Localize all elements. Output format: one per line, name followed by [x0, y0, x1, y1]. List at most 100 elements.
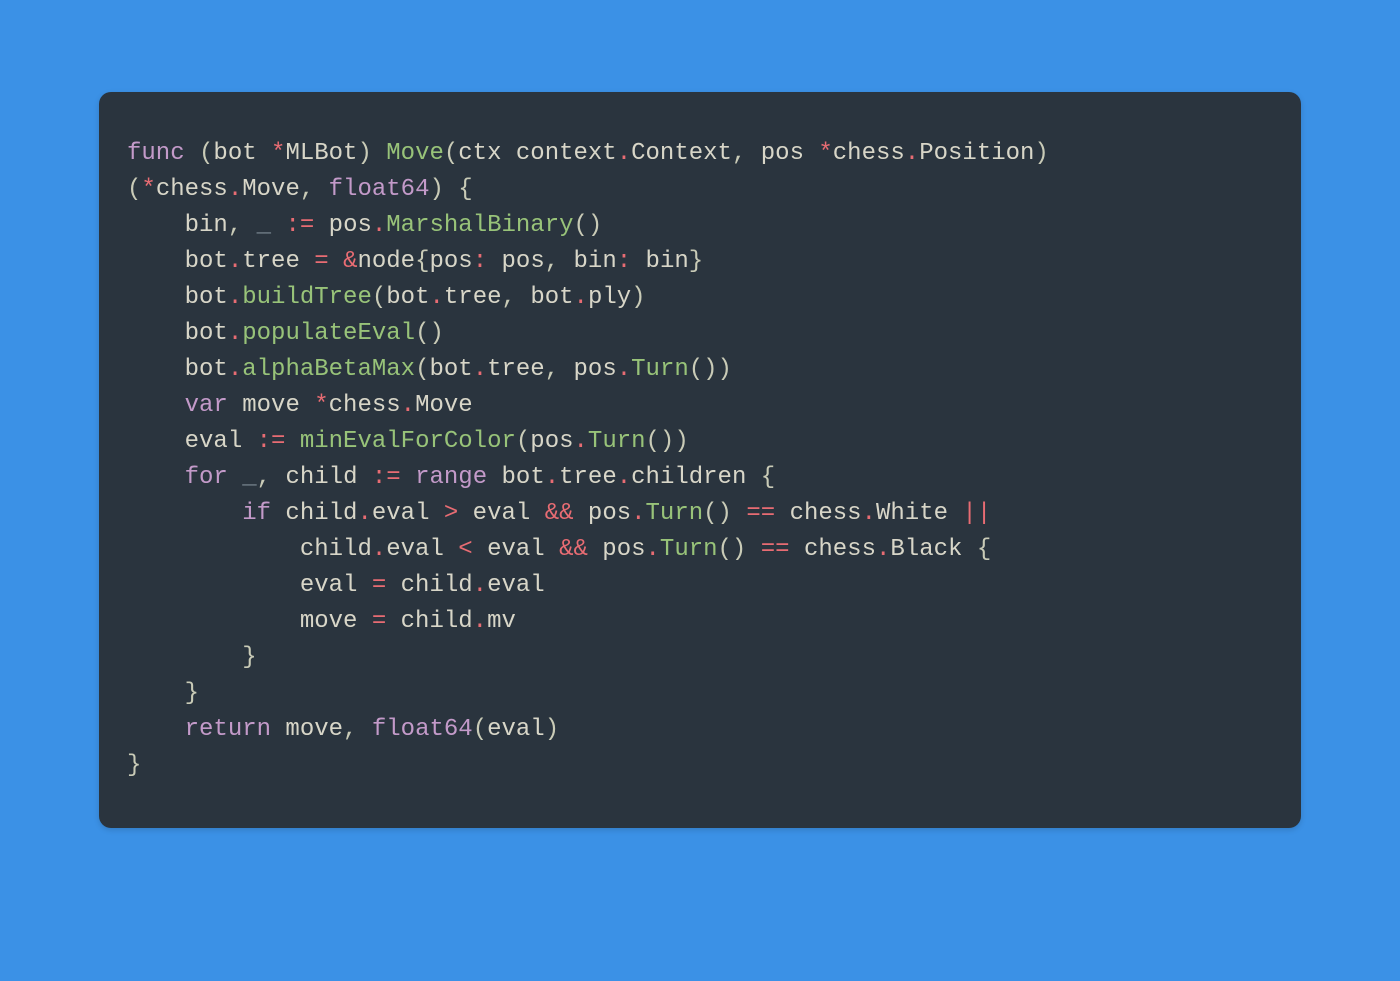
- code-token: ()): [646, 428, 689, 455]
- code-token: White: [876, 500, 962, 527]
- code-token: ,: [228, 212, 257, 239]
- code-token: >: [444, 500, 458, 527]
- code-token: float64: [329, 176, 430, 203]
- code-token: Move: [242, 176, 300, 203]
- code-token: .: [617, 140, 631, 167]
- code-token: (): [703, 500, 746, 527]
- code-token: pos: [487, 248, 545, 275]
- code-token: ): [357, 140, 386, 167]
- code-token: .: [473, 356, 487, 383]
- code-token: Turn: [646, 500, 704, 527]
- code-token: {: [761, 464, 775, 491]
- code-token: =: [372, 608, 386, 635]
- code-token: return: [185, 716, 271, 743]
- code-token: pos: [574, 500, 632, 527]
- code-token: range: [415, 464, 487, 491]
- code-token: bot: [127, 320, 228, 347]
- code-token: :=: [372, 464, 401, 491]
- code-token: ,: [545, 248, 574, 275]
- code-token: ==: [761, 536, 790, 563]
- code-token: bot: [127, 356, 228, 383]
- code-token: float64: [372, 716, 473, 743]
- code-token: .: [228, 176, 242, 203]
- code-token: ): [545, 716, 559, 743]
- code-token: .: [228, 284, 242, 311]
- code-token: chess: [775, 500, 861, 527]
- code-token: .: [617, 464, 631, 491]
- code-token: .: [401, 392, 415, 419]
- code-token: children: [631, 464, 761, 491]
- code-token: child: [285, 464, 371, 491]
- code-token: ): [631, 284, 645, 311]
- code-token: chess: [790, 536, 876, 563]
- code-token: pos: [588, 536, 646, 563]
- code-token: eval: [386, 536, 458, 563]
- code-token: .: [372, 536, 386, 563]
- code-token: (: [473, 716, 487, 743]
- code-token: ply: [588, 284, 631, 311]
- code-token: [228, 464, 242, 491]
- code-block: func (bot *MLBot) Move(ctx context.Conte…: [127, 136, 1273, 784]
- code-token: <: [458, 536, 472, 563]
- code-token: if: [242, 500, 271, 527]
- code-token: .: [228, 248, 242, 275]
- code-token: ): [1034, 140, 1048, 167]
- code-token: Position: [919, 140, 1034, 167]
- code-token: *: [271, 140, 285, 167]
- code-token: .: [545, 464, 559, 491]
- code-token: [127, 464, 185, 491]
- code-panel: func (bot *MLBot) Move(ctx context.Conte…: [99, 92, 1301, 828]
- code-token: .: [372, 212, 386, 239]
- code-token: ()): [689, 356, 732, 383]
- code-token: ||: [962, 500, 991, 527]
- code-token: eval: [372, 500, 444, 527]
- code-token: _: [242, 464, 256, 491]
- code-token: bot: [213, 140, 271, 167]
- code-token: pos: [429, 248, 472, 275]
- code-token: mv: [487, 608, 516, 635]
- code-token: chess: [156, 176, 228, 203]
- code-token: [329, 248, 343, 275]
- code-token: Move: [415, 392, 473, 419]
- code-token: :=: [257, 428, 286, 455]
- code-token: Turn: [660, 536, 718, 563]
- code-token: .: [429, 284, 443, 311]
- code-token: populateEval: [242, 320, 415, 347]
- code-token: alphaBetaMax: [242, 356, 415, 383]
- code-token: move: [271, 716, 343, 743]
- code-token: tree: [444, 284, 502, 311]
- code-token: =: [314, 248, 328, 275]
- code-token: bot: [429, 356, 472, 383]
- code-token: [127, 716, 185, 743]
- code-token: :: [473, 248, 487, 275]
- code-token: ,: [545, 356, 574, 383]
- code-token: (: [415, 356, 429, 383]
- code-token: (): [415, 320, 444, 347]
- code-token: [401, 464, 415, 491]
- code-token: eval: [487, 572, 545, 599]
- code-token: Turn: [588, 428, 646, 455]
- code-token: child: [386, 608, 472, 635]
- code-token: pos: [530, 428, 573, 455]
- code-token: bin: [574, 248, 617, 275]
- code-token: eval: [127, 572, 372, 599]
- code-token: child: [386, 572, 472, 599]
- code-token: var: [185, 392, 228, 419]
- code-token: (: [516, 428, 530, 455]
- code-token: Move: [386, 140, 444, 167]
- code-token: .: [646, 536, 660, 563]
- code-token: ,: [343, 716, 372, 743]
- code-token: chess: [329, 392, 401, 419]
- code-token: child: [127, 536, 372, 563]
- code-token: pos: [761, 140, 819, 167]
- code-token: (: [185, 140, 214, 167]
- code-token: (: [127, 176, 141, 203]
- code-token: tree: [487, 356, 545, 383]
- code-token: .: [574, 284, 588, 311]
- code-token: *: [314, 392, 328, 419]
- code-token: (): [574, 212, 603, 239]
- code-token: eval: [127, 428, 257, 455]
- code-token: move: [127, 608, 372, 635]
- code-token: ) {: [429, 176, 472, 203]
- code-token: }: [127, 644, 257, 671]
